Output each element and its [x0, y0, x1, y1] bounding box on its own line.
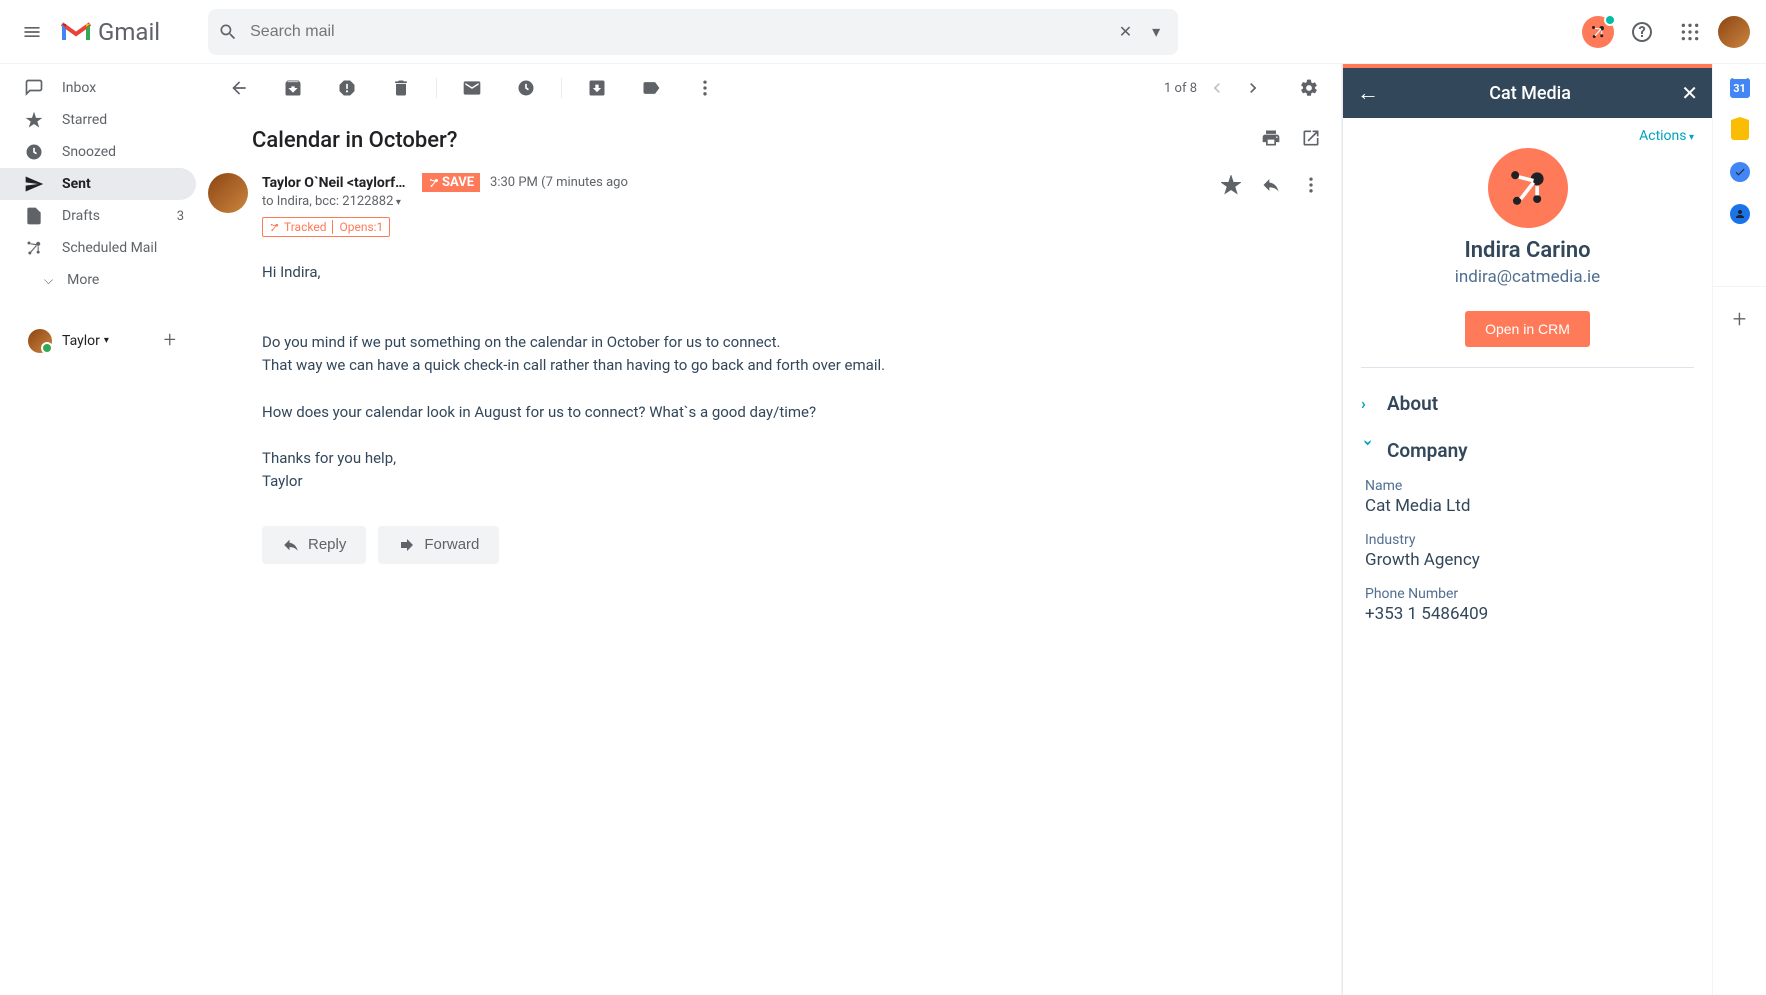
nav-label: Snoozed: [62, 144, 116, 160]
contacts-addon-button[interactable]: [1730, 204, 1750, 224]
message-pane: 1 of 8 Calendar in October? Taylor O`Ne: [196, 64, 1342, 995]
snooze-button[interactable]: [499, 68, 553, 108]
hs-contact-logo: [1488, 148, 1568, 228]
nav-label: Sent: [62, 176, 91, 192]
message-header: Taylor O`Neil <taylorfo... SAVE 3:30 PM …: [196, 161, 1341, 237]
company-industry-label: Industry: [1365, 532, 1694, 548]
company-name-label: Name: [1365, 478, 1694, 494]
get-addons-button[interactable]: +: [1713, 286, 1766, 333]
profile-name[interactable]: Taylor: [62, 333, 100, 349]
profile-avatar[interactable]: [28, 329, 52, 353]
reply-button[interactable]: Reply: [262, 526, 366, 564]
message-timestamp: 3:30 PM (7 minutes ago: [490, 175, 628, 190]
company-name-value: Cat Media Ltd: [1365, 496, 1694, 516]
chevron-down-icon: ›: [1360, 439, 1379, 461]
hs-back-button[interactable]: ←: [1357, 80, 1379, 106]
search-options-button[interactable]: ▾: [1144, 14, 1168, 49]
message-more-button[interactable]: [1301, 175, 1321, 200]
open-new-window-button[interactable]: [1301, 128, 1321, 153]
company-industry-value: Growth Agency: [1365, 550, 1694, 570]
message-subject: Calendar in October?: [252, 128, 458, 153]
sidebar-item-inbox[interactable]: Inbox: [0, 72, 196, 104]
hs-contact-name: Indira Carino: [1363, 238, 1692, 263]
hs-contact-email[interactable]: indira@catmedia.ie: [1363, 267, 1692, 287]
nav-label: Inbox: [62, 80, 96, 96]
app-header: Gmail ✕ ▾: [0, 0, 1766, 64]
tracked-badge[interactable]: Tracked Opens:1: [262, 217, 390, 237]
message-body: Hi Indira, Do you mind if we put somethi…: [196, 237, 1341, 514]
drafts-count: 3: [177, 209, 184, 224]
nav-label: Scheduled Mail: [62, 240, 157, 256]
sidebar-item-sent[interactable]: Sent: [0, 168, 196, 200]
forward-button[interactable]: Forward: [378, 526, 499, 564]
back-button[interactable]: [212, 68, 266, 108]
add-profile-button[interactable]: +: [164, 328, 176, 353]
delete-button[interactable]: [374, 68, 428, 108]
nav-label: Drafts: [62, 208, 100, 224]
sidebar-item-drafts[interactable]: Drafts 3: [0, 200, 196, 232]
company-phone-value: +353 1 5486409: [1365, 604, 1694, 624]
calendar-addon-button[interactable]: 31: [1730, 78, 1750, 98]
side-rail: 31 +: [1712, 64, 1766, 995]
search-icon: [218, 22, 238, 42]
hs-company-toggle[interactable]: › Company: [1361, 439, 1694, 462]
star-button[interactable]: [1221, 175, 1241, 200]
chevron-down-icon[interactable]: ▾: [104, 335, 109, 346]
sidebar-item-snoozed[interactable]: Snoozed: [0, 136, 196, 168]
print-button[interactable]: [1261, 128, 1281, 153]
hs-panel-title: Cat Media: [1379, 83, 1681, 104]
hs-open-crm-button[interactable]: Open in CRM: [1465, 311, 1590, 347]
spam-button[interactable]: [320, 68, 374, 108]
main-menu-button[interactable]: [8, 8, 56, 56]
hs-about-toggle[interactable]: › About: [1361, 392, 1694, 415]
gmail-logo[interactable]: Gmail: [60, 18, 160, 46]
hs-close-button[interactable]: ✕: [1681, 81, 1698, 105]
message-recipients[interactable]: to Indira, bcc: 2122882: [262, 194, 1221, 209]
sidebar-nav: Inbox Starred Snoozed Sent Drafts 3 Sche…: [0, 64, 196, 995]
google-apps-button[interactable]: [1670, 12, 1710, 52]
mark-unread-button[interactable]: [445, 68, 499, 108]
more-options-button[interactable]: [678, 68, 732, 108]
sender-avatar[interactable]: [208, 173, 248, 213]
hubspot-panel: ← Cat Media ✕ Actions Indira Carino indi…: [1342, 64, 1712, 995]
app-name: Gmail: [98, 18, 160, 46]
hs-actions-menu[interactable]: Actions: [1639, 128, 1694, 144]
keep-addon-button[interactable]: [1731, 120, 1749, 140]
chevron-right-icon: ›: [1361, 394, 1377, 413]
sidebar-more-button[interactable]: More: [0, 264, 196, 296]
hubspot-save-badge[interactable]: SAVE: [422, 173, 480, 192]
archive-button[interactable]: [266, 68, 320, 108]
company-phone-label: Phone Number: [1365, 586, 1694, 602]
search-clear-button[interactable]: ✕: [1111, 14, 1140, 49]
support-button[interactable]: [1622, 12, 1662, 52]
tasks-addon-button[interactable]: [1730, 162, 1750, 182]
account-avatar[interactable]: [1718, 16, 1750, 48]
hubspot-extension-button[interactable]: [1582, 16, 1614, 48]
next-message-button[interactable]: [1237, 72, 1269, 104]
search-input[interactable]: [250, 23, 1111, 41]
sender-name[interactable]: Taylor O`Neil <taylorfo...: [262, 175, 412, 191]
labels-button[interactable]: [624, 68, 678, 108]
reply-icon-button[interactable]: [1261, 175, 1281, 200]
pager-text: 1 of 8: [1164, 81, 1197, 96]
sidebar-item-starred[interactable]: Starred: [0, 104, 196, 136]
message-toolbar: 1 of 8: [196, 64, 1341, 112]
settings-button[interactable]: [1293, 72, 1325, 104]
prev-message-button[interactable]: [1201, 72, 1233, 104]
sidebar-item-scheduled[interactable]: Scheduled Mail: [0, 232, 196, 264]
nav-label: Starred: [62, 112, 107, 128]
search-bar[interactable]: ✕ ▾: [208, 9, 1178, 55]
move-to-button[interactable]: [570, 68, 624, 108]
sidebar-profile: Taylor ▾ +: [0, 316, 196, 365]
